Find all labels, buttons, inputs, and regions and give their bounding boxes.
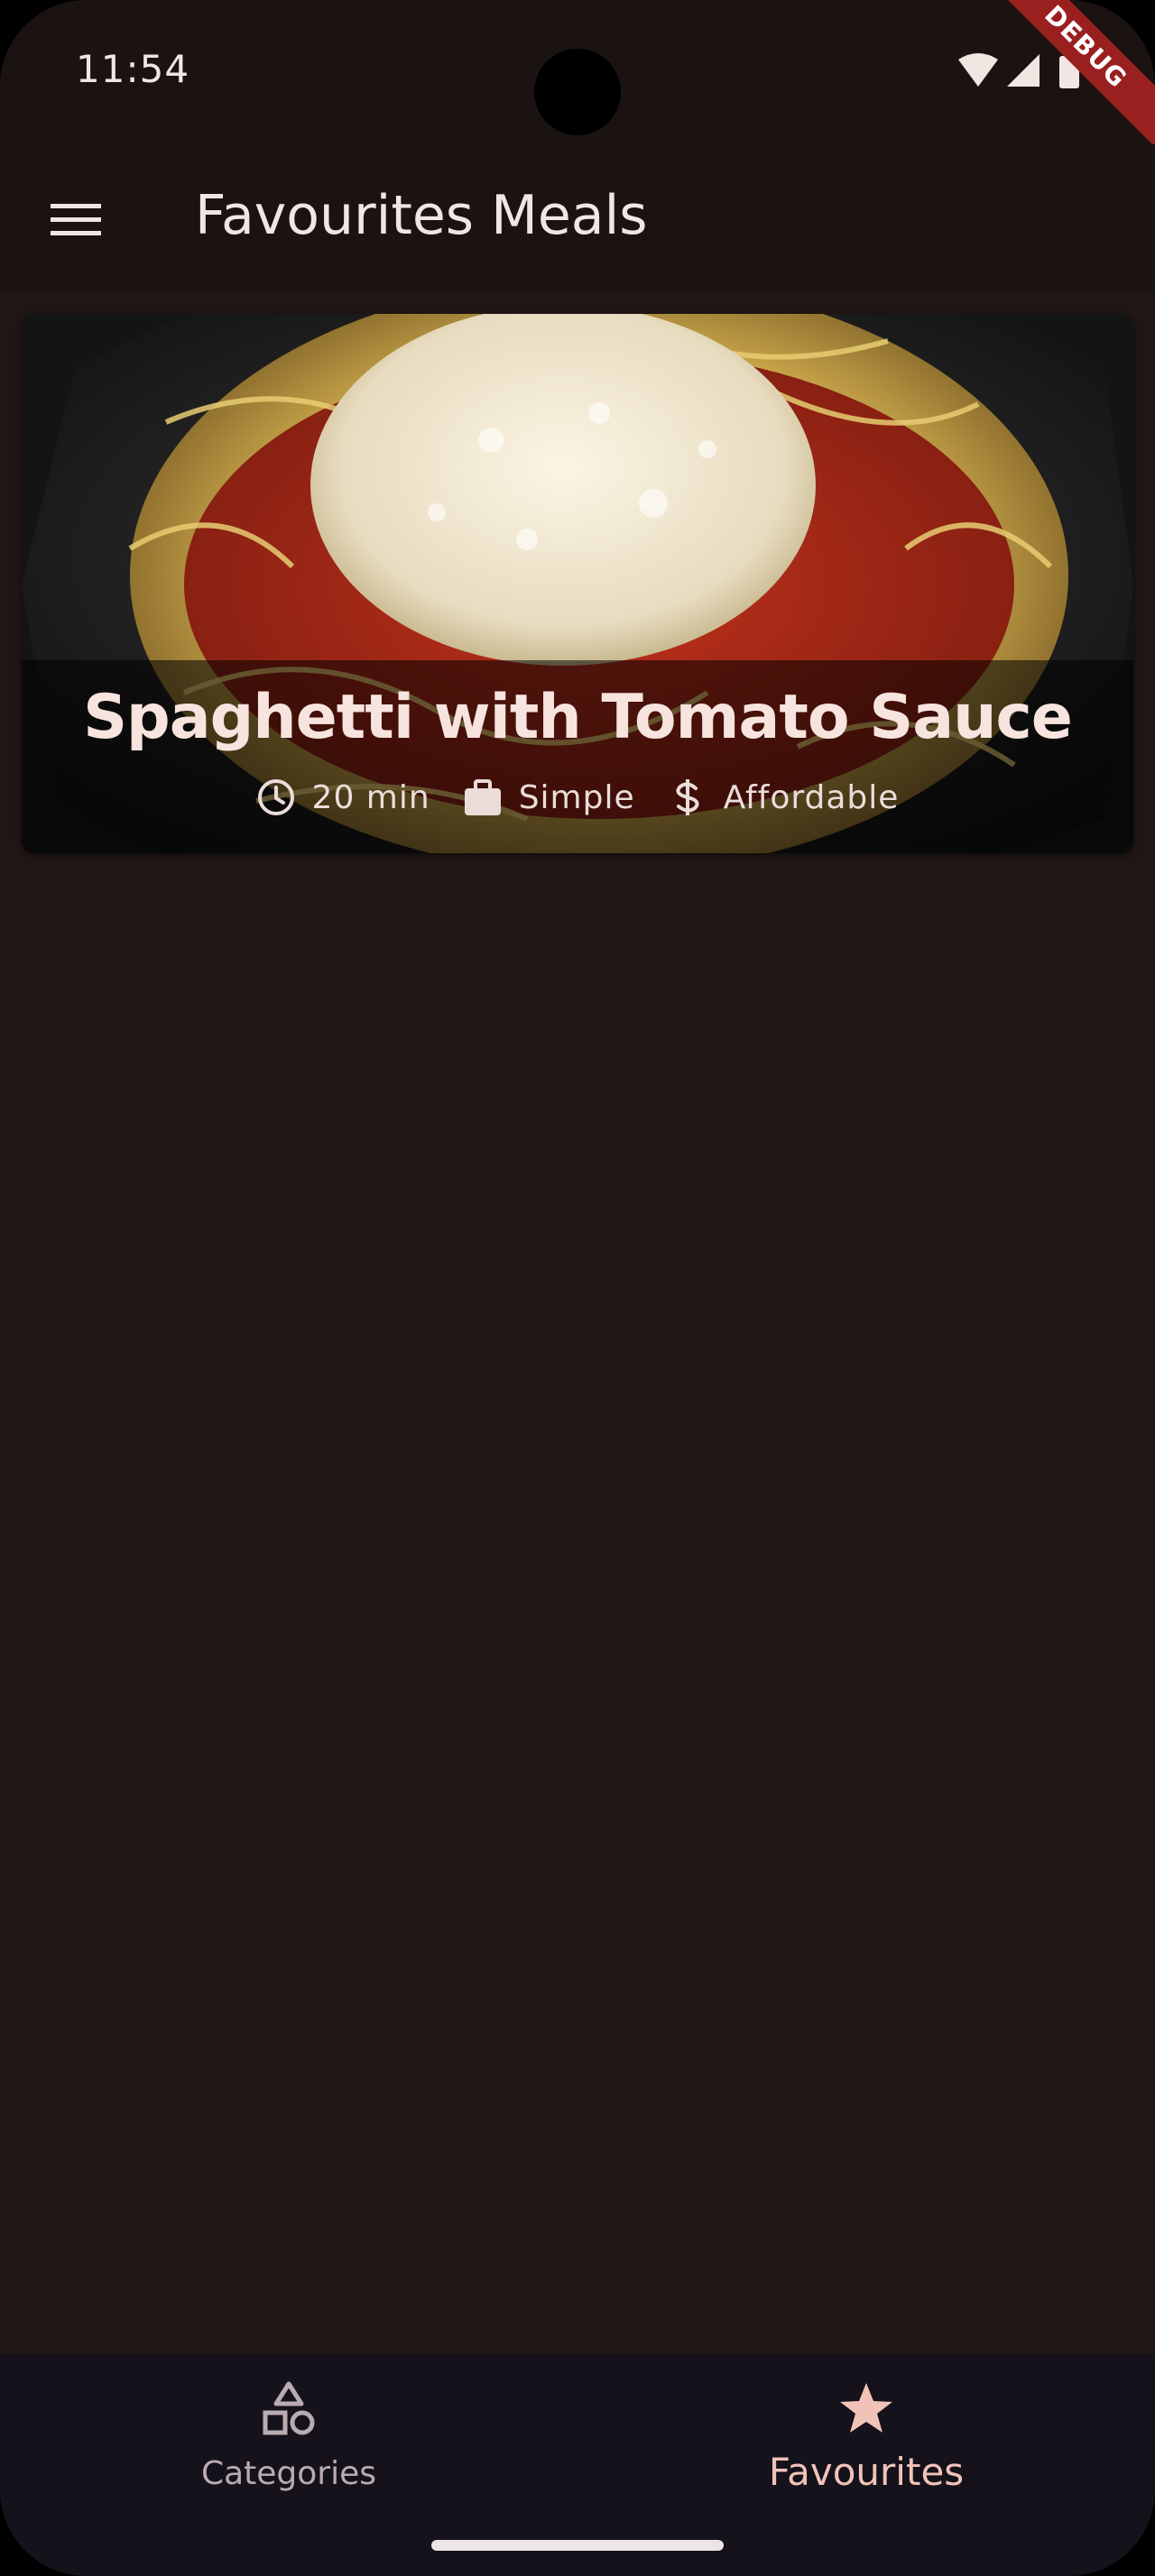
app-bar: Favourites Meals (0, 144, 1155, 290)
nav-item-categories[interactable]: Categories (0, 2354, 578, 2535)
trait-complexity: Simple (463, 777, 635, 817)
status-time: 11:54 (76, 47, 190, 91)
star-icon (835, 2378, 898, 2441)
wifi-icon (958, 53, 998, 87)
meal-overlay: Spaghetti with Tomato Sauce 20 min Simpl… (22, 660, 1133, 853)
menu-icon (51, 204, 101, 235)
dollar-icon (668, 777, 707, 817)
categories-icon (257, 2378, 320, 2441)
home-indicator[interactable] (431, 2540, 724, 2551)
menu-button[interactable] (36, 180, 116, 260)
clock-icon (256, 777, 296, 817)
trait-complexity-label: Simple (518, 778, 635, 816)
trait-duration-label: 20 min (311, 778, 430, 816)
briefcase-icon (463, 777, 503, 817)
meal-traits: 20 min Simple Affordable (22, 777, 1133, 817)
nav-item-favourites[interactable]: Favourites (578, 2354, 1155, 2535)
nav-label-categories: Categories (200, 2455, 377, 2492)
status-bar: 11:54 DEBUG (0, 0, 1155, 168)
meal-title: Spaghetti with Tomato Sauce (83, 682, 1073, 753)
trait-affordability: Affordable (668, 777, 900, 817)
meal-card[interactable]: Spaghetti with Tomato Sauce 20 min Simpl… (22, 314, 1133, 853)
camera-cutout (534, 49, 621, 135)
trait-affordability-label: Affordable (723, 778, 900, 816)
trait-duration: 20 min (256, 777, 430, 817)
page-title: Favourites Meals (195, 184, 648, 247)
nav-label-favourites: Favourites (768, 2450, 965, 2494)
phone-screen: 11:54 DEBUG Favourites Meals Spaghetti w… (0, 0, 1155, 2576)
signal-icon (1007, 54, 1040, 87)
